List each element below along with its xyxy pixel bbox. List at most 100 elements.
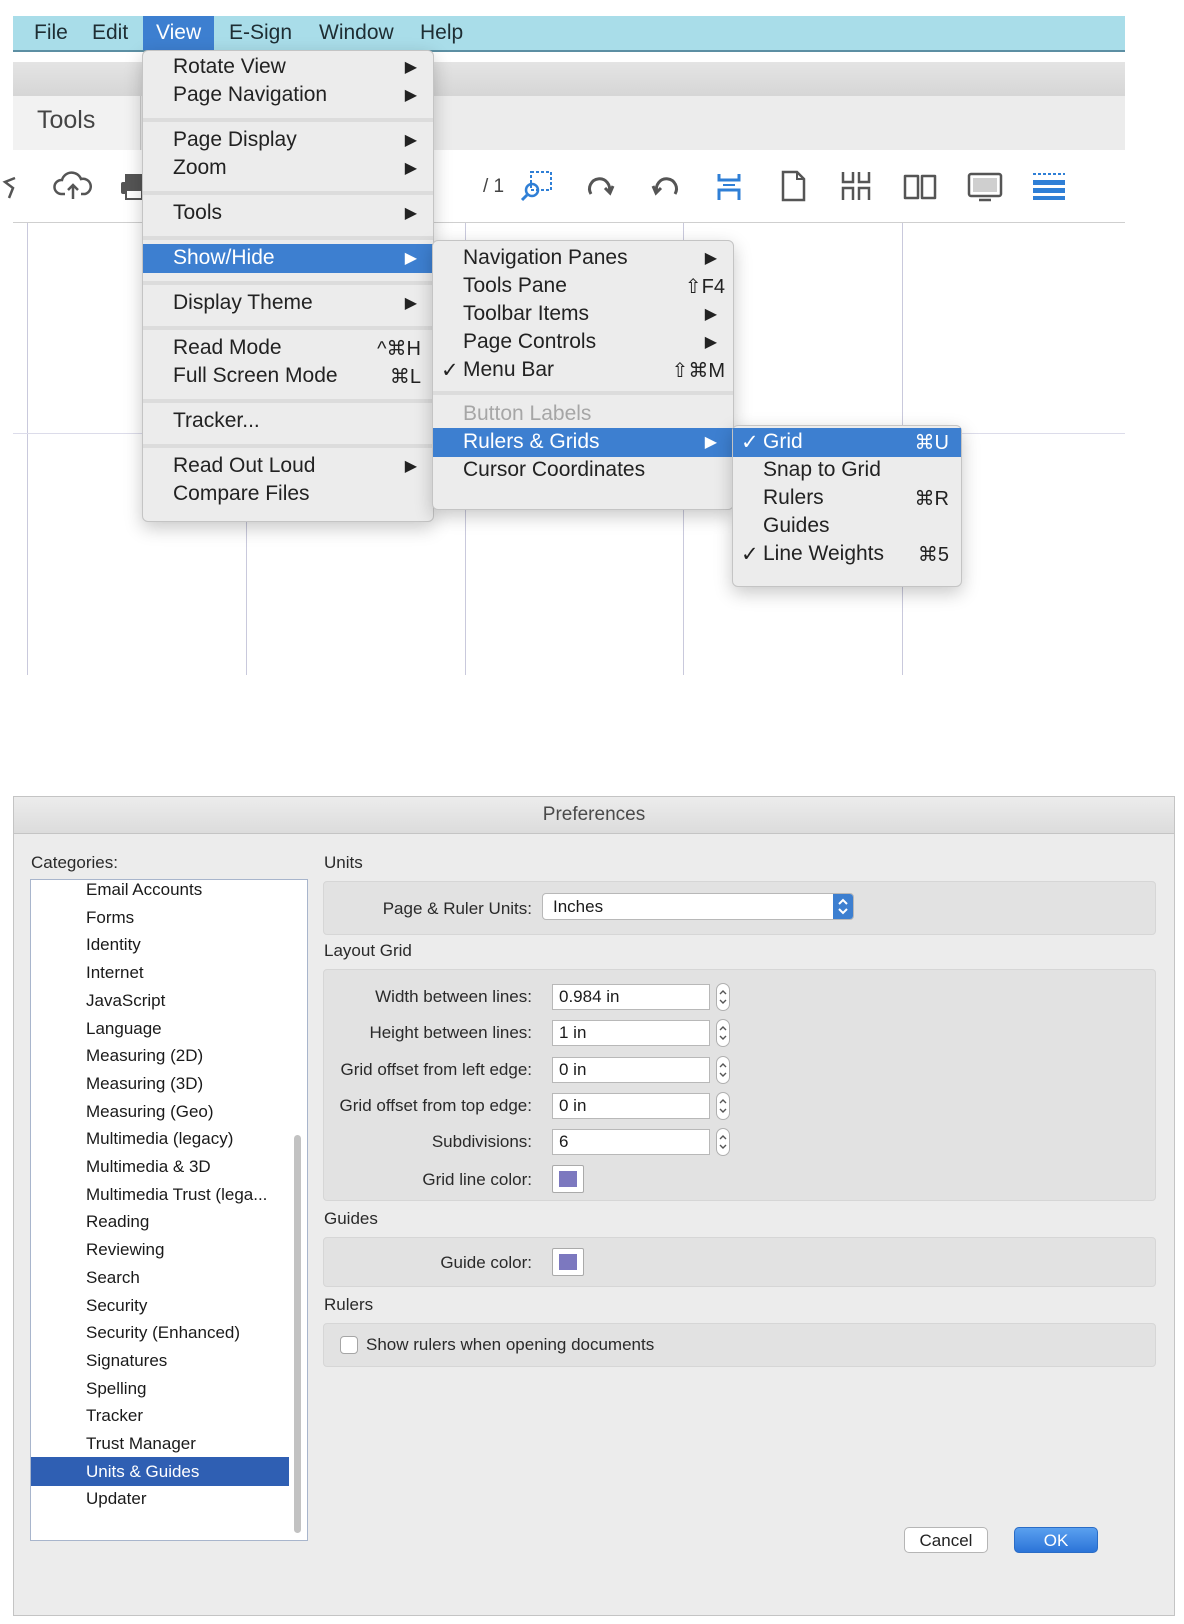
menu-item-page-controls[interactable]: Page Controls ▶ <box>433 328 733 357</box>
category-item-multimedia-trust-lega[interactable]: Multimedia Trust (lega... <box>31 1180 289 1209</box>
show-rulers-checkbox[interactable] <box>340 1336 358 1354</box>
layout-grid-input-subdivisions[interactable]: 6 <box>552 1129 710 1156</box>
category-item-signatures[interactable]: Signatures <box>31 1346 289 1375</box>
menu-item-toolbar-items[interactable]: Toolbar Items ▶ <box>433 300 733 329</box>
category-item-updater[interactable]: Updater <box>31 1484 289 1513</box>
menu-item-tools[interactable]: Tools ▶ <box>143 199 433 228</box>
menu-item-full-screen-mode[interactable]: Full Screen Mode ⌘L <box>143 362 433 391</box>
menu-item-label: Page Display <box>173 128 297 151</box>
category-item-email-accounts[interactable]: Email Accounts <box>31 880 289 904</box>
fit-width-icon[interactable] <box>709 168 749 204</box>
menu-item-shortcut: ⌘U <box>914 432 949 454</box>
star-icon[interactable] <box>1 168 41 204</box>
layout-grid-label-subdivisions: Subdivisions: <box>431 1132 532 1152</box>
submenu-arrow-icon: ▶ <box>404 132 417 149</box>
presentation-icon[interactable] <box>965 168 1005 204</box>
category-item-forms[interactable]: Forms <box>31 903 289 932</box>
layout-grid-input-height-between-lines[interactable]: 1 in <box>552 1020 710 1047</box>
category-item-multimedia-legacy[interactable]: Multimedia (legacy) <box>31 1124 289 1153</box>
stepper-grid-offset-from-left-edge[interactable] <box>716 1055 730 1084</box>
category-item-multimedia-3d[interactable]: Multimedia & 3D <box>31 1152 289 1181</box>
cancel-button[interactable]: Cancel <box>904 1527 988 1553</box>
menu-e-sign[interactable]: E-Sign <box>216 16 305 50</box>
category-item-identity[interactable]: Identity <box>31 930 289 959</box>
menu-item-read-mode[interactable]: Read Mode ^⌘H <box>143 334 433 363</box>
menu-item-read-out-loud[interactable]: Read Out Loud ▶ <box>143 452 433 481</box>
menu-item-compare-files[interactable]: Compare Files <box>143 480 433 509</box>
stepper-grid-offset-from-top-edge[interactable] <box>716 1091 730 1120</box>
category-item-security-enhanced[interactable]: Security (Enhanced) <box>31 1318 289 1347</box>
category-item-reading[interactable]: Reading <box>31 1207 289 1236</box>
upload-cloud-icon[interactable] <box>53 168 93 204</box>
menu-item-shortcut: ⇧⌘M <box>671 360 725 382</box>
menu-edit[interactable]: Edit <box>79 16 141 50</box>
menu-view[interactable]: View <box>143 16 215 50</box>
menu-help[interactable]: Help <box>407 16 476 50</box>
category-item-internet[interactable]: Internet <box>31 958 289 987</box>
category-item-spelling[interactable]: Spelling <box>31 1374 289 1403</box>
category-item-javascript[interactable]: JavaScript <box>31 986 289 1015</box>
categories-list[interactable]: Email Accounts Forms Identity Internet JavaS… <box>30 879 308 1541</box>
submenu-arrow-icon: ▶ <box>404 458 417 475</box>
ok-button[interactable]: OK <box>1014 1527 1098 1553</box>
category-label: Security (Enhanced) <box>86 1323 241 1343</box>
menu-item-line-weights[interactable]: ✓ Line Weights ⌘5 <box>733 540 961 569</box>
category-item-language[interactable]: Language <box>31 1014 289 1043</box>
single-page-icon <box>781 170 806 202</box>
single-page-icon[interactable] <box>773 168 813 204</box>
category-item-reviewing[interactable]: Reviewing <box>31 1235 289 1264</box>
menu-item-rotate-view[interactable]: Rotate View ▶ <box>143 53 433 82</box>
menu-item-grid[interactable]: ✓ Grid ⌘U <box>733 428 961 457</box>
menu-item-label: Rulers & Grids <box>463 430 600 453</box>
category-item-trust-manager[interactable]: Trust Manager <box>31 1429 289 1458</box>
stepper-width-between-lines[interactable] <box>716 983 730 1011</box>
menu-item-zoom[interactable]: Zoom ▶ <box>143 154 433 183</box>
category-item-measuring-geo[interactable]: Measuring (Geo) <box>31 1097 289 1126</box>
category-item-security[interactable]: Security <box>31 1291 289 1320</box>
menu-item-navigation-panes[interactable]: Navigation Panes ▶ <box>433 244 733 273</box>
stepper-height-between-lines[interactable] <box>716 1019 730 1048</box>
tab-tools[interactable]: Tools <box>13 96 141 150</box>
category-item-search[interactable]: Search <box>31 1263 289 1292</box>
menu-item-tracker[interactable]: Tracker... <box>143 407 433 436</box>
guide-color-swatch[interactable] <box>552 1248 584 1276</box>
menu-item-rulers[interactable]: Rulers ⌘R <box>733 484 961 513</box>
layout-grid-input-grid-offset-from-left-edge[interactable]: 0 in <box>552 1056 710 1083</box>
stepper-arrows-icon <box>719 1062 727 1077</box>
menu-item-label: Menu Bar <box>463 358 555 381</box>
menu-item-page-navigation[interactable]: Page Navigation ▶ <box>143 81 433 110</box>
category-item-units-guides[interactable]: Units & Guides <box>31 1456 289 1486</box>
upload-cloud-icon <box>53 171 92 199</box>
submenu-arrow-icon: ▶ <box>404 250 417 267</box>
menu-item-cursor-coordinates[interactable]: Cursor Coordinates <box>433 456 733 485</box>
menu-item-display-theme[interactable]: Display Theme ▶ <box>143 289 433 318</box>
category-label: Multimedia (legacy) <box>86 1129 234 1149</box>
rotate-clockwise-icon[interactable] <box>581 168 621 204</box>
menu-item-tools-pane[interactable]: Tools Pane ⇧F4 <box>433 272 733 301</box>
category-item-measuring-3d[interactable]: Measuring (3D) <box>31 1069 289 1098</box>
two-page-scroll-icon[interactable] <box>837 168 877 204</box>
scrolling-mode-icon[interactable] <box>1029 168 1069 204</box>
layout-grid-input-grid-offset-from-top-edge[interactable]: 0 in <box>552 1092 710 1119</box>
menu-item-menu-bar[interactable]: ✓ Menu Bar ⇧⌘M <box>433 356 733 385</box>
layout-grid-input-width-between-lines[interactable]: 0.984 in <box>552 984 710 1010</box>
stepper-subdivisions[interactable] <box>716 1128 730 1157</box>
page-ruler-units-select[interactable]: Inches <box>542 893 854 920</box>
two-page-icon[interactable] <box>901 168 941 204</box>
categories-scrollbar[interactable] <box>294 1135 301 1533</box>
menu-item-snap-to-grid[interactable]: Snap to Grid <box>733 456 961 485</box>
category-item-measuring-2d[interactable]: Measuring (2D) <box>31 1041 289 1070</box>
menu-item-show-hide[interactable]: Show/Hide ▶ <box>143 244 433 273</box>
rotate-counterclockwise-icon[interactable] <box>645 168 685 204</box>
grid-line-color-swatch[interactable] <box>552 1165 584 1193</box>
category-item-tracker[interactable]: Tracker <box>31 1401 289 1430</box>
menu-file[interactable]: File <box>21 16 81 50</box>
star-icon <box>2 176 16 199</box>
category-label: Spelling <box>86 1378 147 1398</box>
menu-item-label: Toolbar Items <box>463 302 590 325</box>
menu-item-rulers-grids[interactable]: Rulers & Grids ▶ <box>433 428 733 457</box>
zoom-marquee-icon[interactable] <box>517 168 557 204</box>
menu-item-guides[interactable]: Guides <box>733 512 961 541</box>
menu-item-page-display[interactable]: Page Display ▶ <box>143 126 433 155</box>
menu-window[interactable]: Window <box>306 16 407 50</box>
